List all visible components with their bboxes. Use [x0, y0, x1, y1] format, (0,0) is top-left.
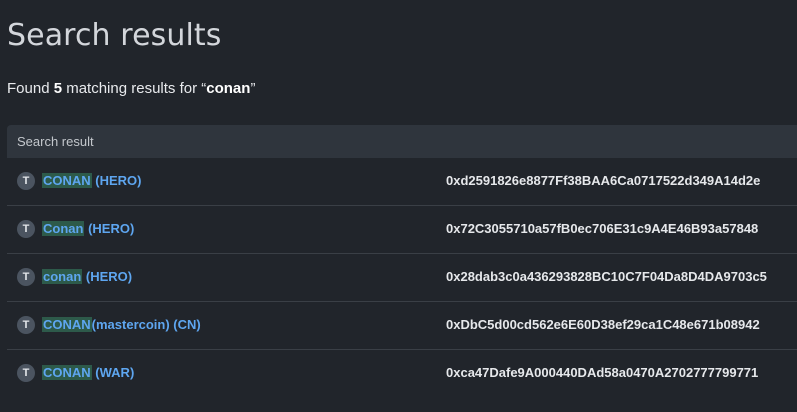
token-address: 0xca47Dafe9A000440DAd58a0470A27027777997… [446, 365, 759, 380]
token-name-rest: (mastercoin) (CN) [91, 317, 201, 332]
table-header: Search result [7, 125, 797, 158]
token-type-icon: T [17, 268, 35, 286]
search-match-highlight: CONAN [42, 365, 92, 380]
search-query: conan [206, 80, 251, 97]
token-name-rest: (WAR) [91, 365, 135, 380]
token-link[interactable]: CONAN (HERO) [42, 173, 142, 188]
token-name-rest: (HERO) [82, 269, 133, 284]
search-match-highlight: Conan [42, 221, 85, 236]
token-address: 0xDbC5d00cd562e6E60D38ef29ca1C48e671b089… [446, 317, 760, 332]
token-address: 0xd2591826e8877Ff38BAA6Ca0717522d349A14d… [446, 173, 761, 188]
table-row: T Conan (HERO) 0x72C3055710a57fB0ec706E3… [7, 206, 797, 254]
token-link[interactable]: Conan (HERO) [42, 221, 134, 236]
search-match-highlight: CONAN [42, 173, 92, 188]
token-type-icon: T [17, 364, 35, 382]
token-type-icon: T [17, 172, 35, 190]
token-name-rest: (HERO) [91, 173, 142, 188]
token-link[interactable]: CONAN(mastercoin) (CN) [42, 317, 201, 332]
summary-prefix: Found [7, 80, 54, 97]
table-row: T CONAN (HERO) 0xd2591826e8877Ff38BAA6Ca… [7, 158, 797, 206]
search-match-highlight: CONAN [42, 317, 92, 332]
token-type-icon: T [17, 316, 35, 334]
search-results-page: Search results Found 5 matching results … [0, 0, 797, 412]
token-name-rest: (HERO) [84, 221, 135, 236]
summary-suffix: ” [250, 80, 256, 97]
table-row: T conan (HERO) 0x28dab3c0a436293828BC10C… [7, 254, 797, 302]
token-type-icon: T [17, 220, 35, 238]
results-summary: Found 5 matching results for “conan” [7, 80, 255, 98]
table-row: T CONAN(mastercoin) (CN) 0xDbC5d00cd562e… [7, 302, 797, 350]
page-title: Search results [7, 18, 222, 53]
results-count: 5 [53, 80, 63, 97]
token-address: 0x28dab3c0a436293828BC10C7F04Da8D4DA9703… [446, 269, 767, 284]
results-table: Search result T CONAN (HERO) 0xd2591826e… [7, 125, 797, 398]
token-link[interactable]: CONAN (WAR) [42, 365, 134, 380]
token-link[interactable]: conan (HERO) [42, 269, 132, 284]
token-address: 0x72C3055710a57fB0ec706E31c9A4E46B93a578… [446, 221, 759, 236]
column-header-search-result: Search result [17, 134, 94, 149]
table-row: T CONAN (WAR) 0xca47Dafe9A000440DAd58a04… [7, 350, 797, 398]
search-match-highlight: conan [42, 269, 83, 284]
summary-middle: matching results for “ [62, 80, 207, 97]
